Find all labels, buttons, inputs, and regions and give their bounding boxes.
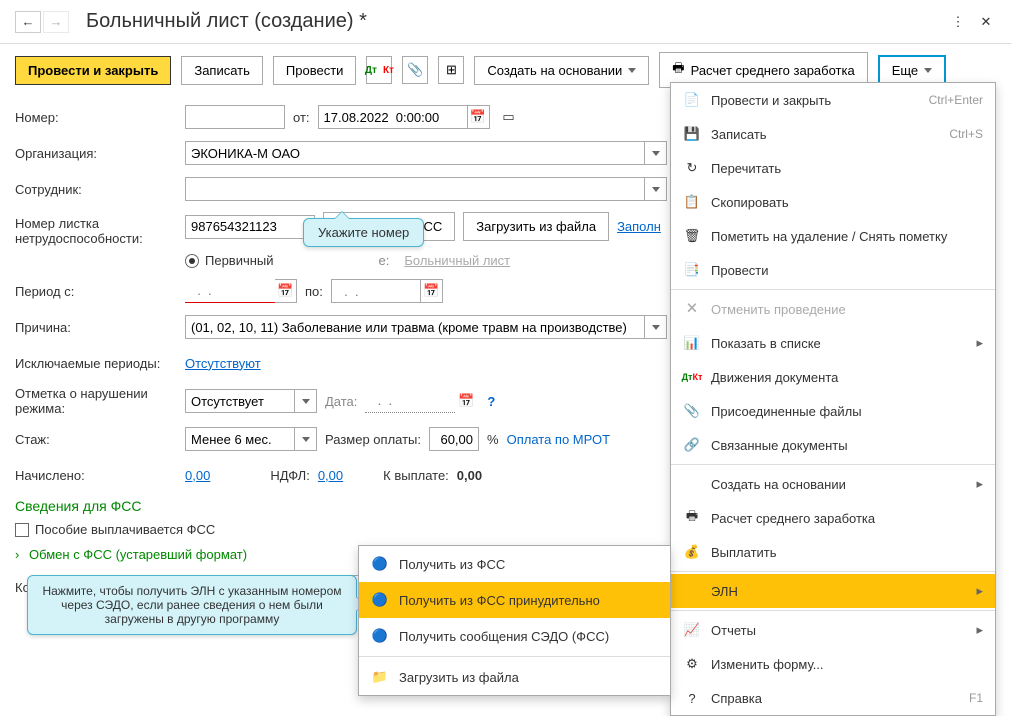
dropdown-item-6[interactable]: 🗙Отменить проведение	[671, 292, 995, 326]
reason-label: Причина:	[15, 320, 185, 335]
payment-size-input[interactable]	[429, 427, 479, 451]
excluded-label: Исключаемые периоды:	[15, 356, 185, 371]
dropdown-item-3[interactable]: 📋Скопировать	[671, 185, 995, 219]
experience-select-btn[interactable]	[295, 427, 317, 451]
number-input[interactable]	[185, 105, 285, 129]
ndfl-label: НДФЛ:	[270, 468, 310, 483]
submenu-item-0[interactable]: 🔵Получить из ФСС	[359, 546, 670, 582]
period-from-input[interactable]	[185, 279, 275, 303]
calendar-icon[interactable]: 📅	[468, 105, 490, 129]
percent: %	[487, 432, 499, 447]
accrued-label: Начислено:	[15, 468, 185, 483]
reason-input[interactable]	[185, 315, 645, 339]
violation-label: Отметка о нарушении режима:	[15, 386, 185, 416]
structure-icon[interactable]: ⊞	[438, 56, 464, 84]
dropdown-item-9[interactable]: 📎Присоединенные файлы	[671, 394, 995, 428]
dropdown-item-8[interactable]: ДтКтДвижения документа	[671, 360, 995, 394]
mrot-link[interactable]: Оплата по МРОТ	[507, 432, 610, 447]
submenu-item-3[interactable]: 📁Загрузить из файла	[359, 659, 670, 695]
doc-icon[interactable]: ▭	[498, 105, 520, 129]
eln-submenu: 🔵Получить из ФСС🔵Получить из ФСС принуди…	[358, 545, 671, 696]
submenu-item-1[interactable]: 🔵Получить из ФСС принудительно	[359, 582, 670, 618]
dropdown-item-7[interactable]: 📊Показать в списке▸	[671, 326, 995, 360]
date2-input[interactable]	[365, 389, 455, 413]
nav-back-button[interactable]: ←	[15, 11, 41, 33]
experience-label: Стаж:	[15, 432, 185, 447]
dropdown-item-2[interactable]: ↻Перечитать	[671, 151, 995, 185]
accrued-value[interactable]: 0,00	[185, 468, 210, 483]
load-file-button[interactable]: Загрузить из файла	[463, 212, 609, 241]
period-from-calendar-icon[interactable]: 📅	[275, 279, 297, 303]
org-input[interactable]	[185, 141, 645, 165]
to-label: по:	[305, 284, 323, 299]
date2-calendar-icon[interactable]: 📅	[455, 389, 477, 413]
employee-input[interactable]	[185, 177, 645, 201]
nav-fwd-button[interactable]: →	[43, 11, 69, 33]
expand-icon[interactable]: ›	[15, 547, 19, 562]
page-title: Больничный лист (создание) *	[86, 10, 948, 33]
dropdown-item-1[interactable]: 💾ЗаписатьCtrl+S	[671, 117, 995, 151]
help-icon[interactable]: ?	[487, 394, 495, 409]
violation-select-btn[interactable]	[295, 389, 317, 413]
violation-input[interactable]	[185, 389, 295, 413]
excluded-link[interactable]: Отсутствуют	[185, 356, 261, 371]
date-input[interactable]	[318, 105, 468, 129]
close-icon[interactable]: ✕	[976, 12, 996, 32]
ndfl-value[interactable]: 0,00	[318, 468, 343, 483]
cert-number-label: Номер листка нетрудоспособности:	[15, 212, 185, 246]
employee-select-btn[interactable]	[645, 177, 667, 201]
dropdown-item-11[interactable]: Создать на основании▸	[671, 467, 995, 501]
period-to-input[interactable]	[331, 279, 421, 303]
cert-number-input[interactable]	[185, 215, 315, 239]
tooltip-number: Укажите номер	[303, 218, 424, 247]
post-button[interactable]: Провести	[273, 56, 357, 85]
dropdown-item-0[interactable]: 📄Провести и закрытьCtrl+Enter	[671, 83, 995, 117]
to-pay-label: К выплате:	[383, 468, 449, 483]
attach-icon[interactable]: 📎	[402, 56, 428, 84]
dropdown-item-17[interactable]: ?СправкаF1	[671, 681, 995, 715]
org-select-btn[interactable]	[645, 141, 667, 165]
date2-label: Дата:	[325, 394, 357, 409]
dropdown-item-14[interactable]: ЭЛН▸	[671, 574, 995, 608]
create-basis-button[interactable]: Создать на основании	[474, 56, 649, 85]
dropdown-item-10[interactable]: 🔗Связанные документы	[671, 428, 995, 462]
dtct-icon[interactable]: ДтКт	[366, 56, 392, 84]
more-button[interactable]: Еще	[878, 55, 946, 86]
dropdown-item-16[interactable]: ⚙Изменить форму...	[671, 647, 995, 681]
experience-input[interactable]	[185, 427, 295, 451]
continuation-link[interactable]: Больничный лист	[404, 253, 510, 268]
fss-exchange-link[interactable]: Обмен с ФСС (устаревший формат)	[29, 547, 247, 562]
from-label: от:	[293, 110, 310, 125]
kebab-icon[interactable]: ⋮	[948, 12, 968, 32]
number-label: Номер:	[15, 110, 185, 125]
save-close-button[interactable]: Провести и закрыть	[15, 56, 171, 85]
dropdown-item-5[interactable]: 📑Провести	[671, 253, 995, 287]
reason-select-btn[interactable]	[645, 315, 667, 339]
period-label: Период с:	[15, 284, 185, 299]
more-dropdown: 📄Провести и закрытьCtrl+Enter💾ЗаписатьCt…	[670, 82, 996, 716]
dropdown-item-15[interactable]: 📈Отчеты▸	[671, 613, 995, 647]
primary-radio[interactable]: Первичный	[185, 253, 274, 268]
submenu-item-2[interactable]: 🔵Получить сообщения СЭДО (ФСС)	[359, 618, 670, 654]
dropdown-item-4[interactable]: 🗑Пометить на удаление / Снять пометку	[671, 219, 995, 253]
employee-label: Сотрудник:	[15, 182, 185, 197]
period-to-calendar-icon[interactable]: 📅	[421, 279, 443, 303]
write-button[interactable]: Записать	[181, 56, 263, 85]
to-pay-value: 0,00	[457, 468, 482, 483]
tooltip-eln: Нажмите, чтобы получить ЭЛН с указанным …	[27, 575, 357, 635]
fill-data-link[interactable]: Заполн	[617, 219, 661, 234]
payment-size-label: Размер оплаты:	[325, 432, 421, 447]
dropdown-item-12[interactable]: 🖶Расчет среднего заработка	[671, 501, 995, 535]
dropdown-item-13[interactable]: 💰Выплатить	[671, 535, 995, 569]
org-label: Организация:	[15, 146, 185, 161]
